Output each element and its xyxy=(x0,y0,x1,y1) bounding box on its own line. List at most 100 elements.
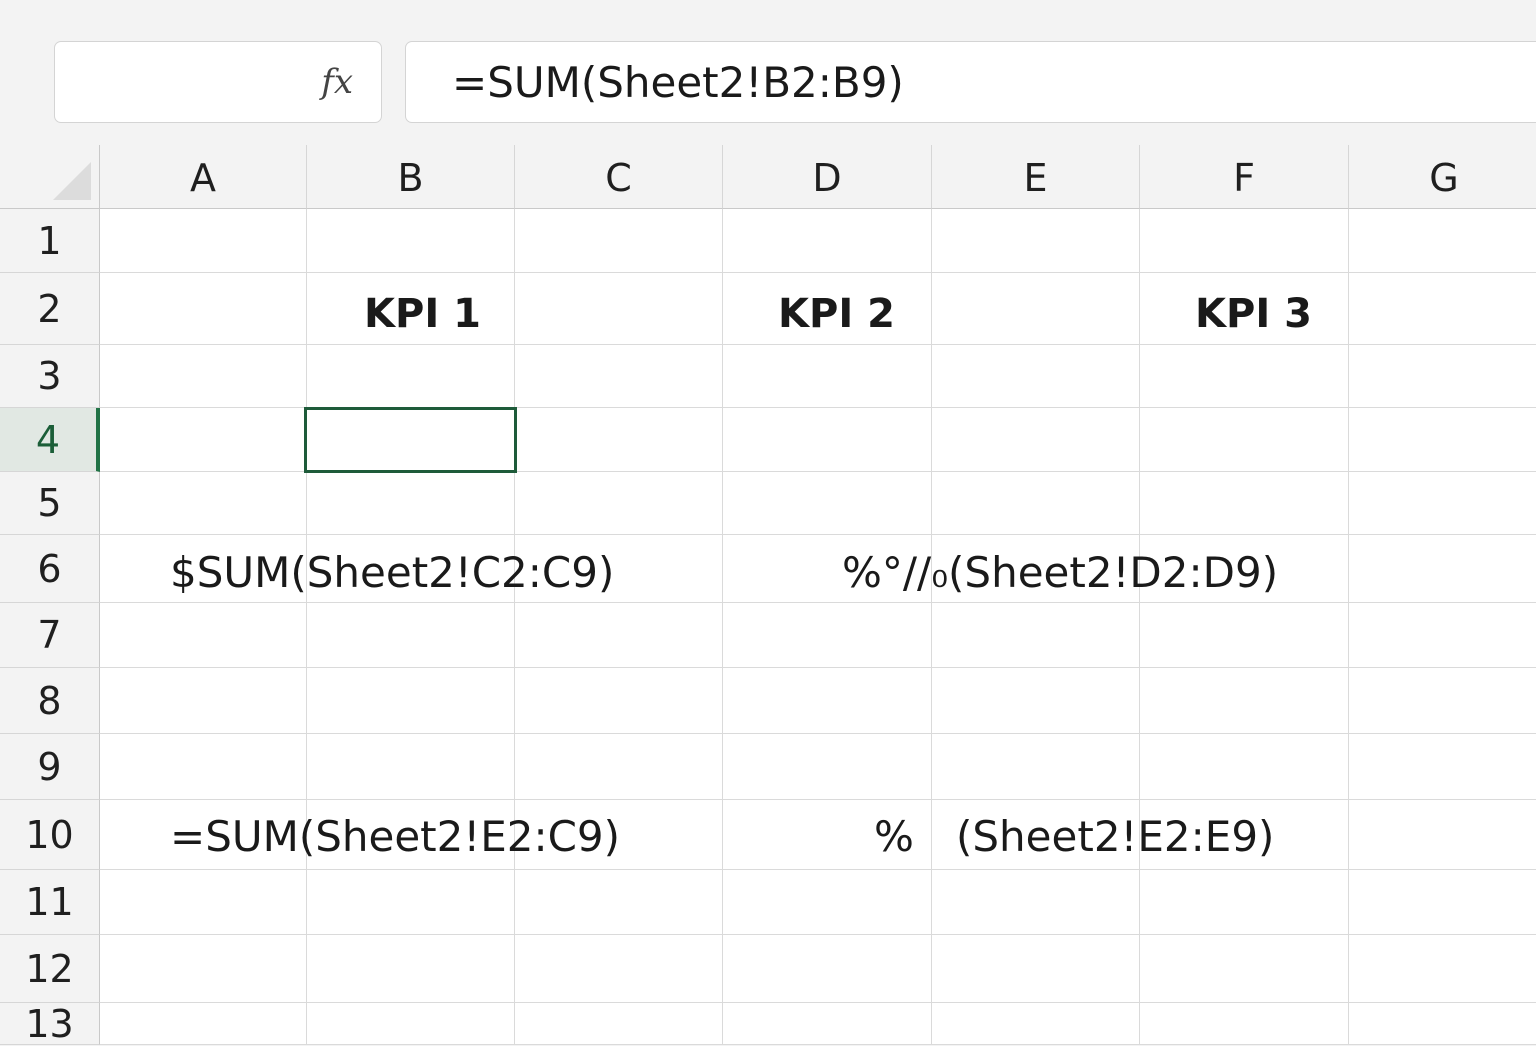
cell-g11[interactable] xyxy=(1349,870,1536,935)
column-header-c[interactable]: C xyxy=(515,145,723,209)
name-box[interactable]: fx xyxy=(54,41,382,123)
column-header-d[interactable]: D xyxy=(723,145,932,209)
row-header-12[interactable]: 12 xyxy=(0,935,100,1003)
cell-c7[interactable] xyxy=(515,603,723,668)
cell-e7[interactable] xyxy=(932,603,1140,668)
cell-g13[interactable] xyxy=(1349,1003,1536,1045)
cell-c8[interactable] xyxy=(515,668,723,734)
row-header-7[interactable]: 7 xyxy=(0,603,100,668)
cell-a3[interactable] xyxy=(100,345,307,408)
cell-e2[interactable] xyxy=(932,273,1140,345)
cell-e11[interactable] xyxy=(932,870,1140,935)
cell-c3[interactable] xyxy=(515,345,723,408)
cell-e3[interactable] xyxy=(932,345,1140,408)
cell-g7[interactable] xyxy=(1349,603,1536,668)
cell-e9[interactable] xyxy=(932,734,1140,800)
cell-d11[interactable] xyxy=(723,870,932,935)
cell-c13[interactable] xyxy=(515,1003,723,1045)
cell-f7[interactable] xyxy=(1140,603,1349,668)
cell-g12[interactable] xyxy=(1349,935,1536,1003)
row-header-10[interactable]: 10 xyxy=(0,800,100,870)
cell-g10[interactable] xyxy=(1349,800,1536,870)
cell-g9[interactable] xyxy=(1349,734,1536,800)
cell-a13[interactable] xyxy=(100,1003,307,1045)
cell-e13[interactable] xyxy=(932,1003,1140,1045)
cell-f13[interactable] xyxy=(1140,1003,1349,1045)
cell-f9[interactable] xyxy=(1140,734,1349,800)
column-header-a[interactable]: A xyxy=(100,145,307,209)
column-header-e[interactable]: E xyxy=(932,145,1140,209)
cell-d1[interactable] xyxy=(723,209,932,273)
cell-a8[interactable] xyxy=(100,668,307,734)
cell-d4[interactable] xyxy=(723,408,932,472)
cell-d9[interactable] xyxy=(723,734,932,800)
cell-f5[interactable] xyxy=(1140,472,1349,535)
fx-icon[interactable]: fx xyxy=(321,62,353,102)
cell-g4[interactable] xyxy=(1349,408,1536,472)
cell-g2[interactable] xyxy=(1349,273,1536,345)
cell-f4[interactable] xyxy=(1140,408,1349,472)
column-header-g[interactable]: G xyxy=(1349,145,1536,209)
active-cell-selection[interactable] xyxy=(304,407,517,473)
cell-a11[interactable] xyxy=(100,870,307,935)
cell-g8[interactable] xyxy=(1349,668,1536,734)
cell-d5[interactable] xyxy=(723,472,932,535)
row-header-11[interactable]: 11 xyxy=(0,870,100,935)
cell-f8[interactable] xyxy=(1140,668,1349,734)
cell-c9[interactable] xyxy=(515,734,723,800)
row-header-2[interactable]: 2 xyxy=(0,273,100,345)
cell-g6[interactable] xyxy=(1349,535,1536,603)
cell-e4[interactable] xyxy=(932,408,1140,472)
cell-c2[interactable] xyxy=(515,273,723,345)
cell-c11[interactable] xyxy=(515,870,723,935)
cell-a4[interactable] xyxy=(100,408,307,472)
cell-f12[interactable] xyxy=(1140,935,1349,1003)
cell-a7[interactable] xyxy=(100,603,307,668)
cell-e5[interactable] xyxy=(932,472,1140,535)
row-header-3[interactable]: 3 xyxy=(0,345,100,408)
cell-c12[interactable] xyxy=(515,935,723,1003)
cell-d13[interactable] xyxy=(723,1003,932,1045)
cell-d12[interactable] xyxy=(723,935,932,1003)
cell-a5[interactable] xyxy=(100,472,307,535)
cell-b8[interactable] xyxy=(307,668,515,734)
select-all-corner[interactable] xyxy=(0,145,100,209)
row-header-13[interactable]: 13 xyxy=(0,1003,100,1045)
cell-f11[interactable] xyxy=(1140,870,1349,935)
cell-b13[interactable] xyxy=(307,1003,515,1045)
cell-b9[interactable] xyxy=(307,734,515,800)
cell-b7[interactable] xyxy=(307,603,515,668)
cell-e12[interactable] xyxy=(932,935,1140,1003)
cell-b1[interactable] xyxy=(307,209,515,273)
cell-f1[interactable] xyxy=(1140,209,1349,273)
cell-a9[interactable] xyxy=(100,734,307,800)
cell-e8[interactable] xyxy=(932,668,1140,734)
cell-a12[interactable] xyxy=(100,935,307,1003)
cell-c4[interactable] xyxy=(515,408,723,472)
cell-a1[interactable] xyxy=(100,209,307,273)
column-header-f[interactable]: F xyxy=(1140,145,1349,209)
row-header-4[interactable]: 4 xyxy=(0,408,100,472)
cell-g1[interactable] xyxy=(1349,209,1536,273)
row-header-8[interactable]: 8 xyxy=(0,668,100,734)
cell-e1[interactable] xyxy=(932,209,1140,273)
row-header-9[interactable]: 9 xyxy=(0,734,100,800)
cell-b5[interactable] xyxy=(307,472,515,535)
formula-bar[interactable]: =SUM(Sheet2!B2:B9) xyxy=(405,41,1536,123)
cell-b11[interactable] xyxy=(307,870,515,935)
cell-c5[interactable] xyxy=(515,472,723,535)
cell-b12[interactable] xyxy=(307,935,515,1003)
cell-d8[interactable] xyxy=(723,668,932,734)
row-header-1[interactable]: 1 xyxy=(0,209,100,273)
cell-a2[interactable] xyxy=(100,273,307,345)
column-header-b[interactable]: B xyxy=(307,145,515,209)
row-header-5[interactable]: 5 xyxy=(0,472,100,535)
cell-f3[interactable] xyxy=(1140,345,1349,408)
cell-c1[interactable] xyxy=(515,209,723,273)
cell-b3[interactable] xyxy=(307,345,515,408)
row-header-6[interactable]: 6 xyxy=(0,535,100,603)
cell-d3[interactable] xyxy=(723,345,932,408)
cell-g3[interactable] xyxy=(1349,345,1536,408)
cell-d7[interactable] xyxy=(723,603,932,668)
cell-g5[interactable] xyxy=(1349,472,1536,535)
